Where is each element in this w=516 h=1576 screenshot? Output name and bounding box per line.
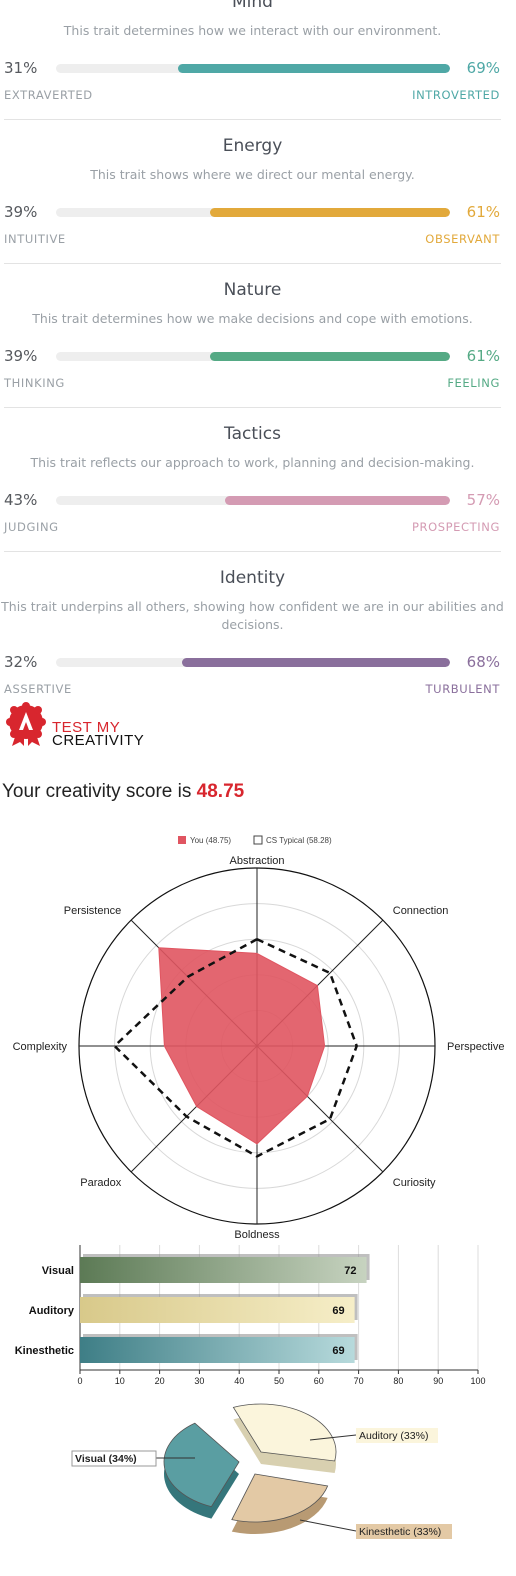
trait-progress-bar	[56, 208, 450, 217]
right-percentage: 61%	[466, 203, 500, 221]
right-trait-label: OBSERVANT	[425, 232, 500, 246]
right-percentage: 68%	[466, 653, 500, 671]
bar-tick-label: 20	[155, 1376, 165, 1386]
bar-category-label: Auditory	[29, 1305, 75, 1317]
left-percentage: 31%	[4, 59, 38, 77]
trait-title: Tactics	[224, 424, 281, 444]
radar-axis-label: Persistence	[64, 905, 121, 917]
bar-tick-label: 40	[234, 1376, 244, 1386]
bar-tick-label: 0	[77, 1376, 82, 1386]
right-percentage: 57%	[466, 491, 500, 509]
legend-swatch-typical	[253, 835, 263, 845]
bar-category-label: Kinesthetic	[15, 1345, 74, 1357]
logo-badge-icon	[6, 702, 46, 746]
trait-title: Nature	[223, 280, 282, 300]
left-trait-label: ASSERTIVE	[4, 682, 72, 696]
creativity-score-heading: Your creativity score is 48.75	[2, 781, 244, 803]
radar-axis-label: Abstraction	[229, 855, 284, 867]
bar-tick-label: 80	[393, 1376, 403, 1386]
right-trait-label: FEELING	[447, 376, 500, 390]
trait-description: This trait reflects our approach to work…	[30, 455, 475, 470]
trait-progress-bar	[56, 352, 450, 361]
bar-tick-label: 50	[274, 1376, 284, 1386]
trait-progress-fill	[225, 496, 450, 505]
bar-auditory	[80, 1297, 355, 1323]
trait-progress-bar	[56, 658, 450, 667]
bar-tick-label: 30	[194, 1376, 204, 1386]
score-prefix: Your creativity score is	[2, 781, 197, 802]
trait-progress-fill	[178, 64, 450, 73]
left-percentage: 39%	[4, 203, 38, 221]
section-divider	[4, 407, 501, 408]
bar-value-label: 69	[332, 1345, 344, 1357]
trait-description: This trait determines how we interact wi…	[63, 23, 442, 38]
trait-description: This trait shows where we direct our men…	[90, 167, 415, 182]
left-trait-label: EXTRAVERTED	[4, 88, 93, 102]
pie-leader-line	[299, 1519, 357, 1532]
section-divider	[4, 119, 501, 120]
right-trait-label: PROSPECTING	[411, 520, 500, 534]
learning-style-pie-chart: Visual (34%) Auditory (33%) Kinesthetic (3…	[71, 1403, 452, 1539]
legend-swatch-you	[178, 836, 186, 844]
trait-progress-fill	[209, 352, 450, 361]
bar-visual	[80, 1257, 367, 1283]
bar-tick-label: 70	[354, 1376, 364, 1386]
pie-label: Kinesthetic (33%)	[359, 1526, 441, 1538]
learning-style-bar-chart: 0 10 20 30 40 50 60 70 80 90 100 72 Visual 69 Auditory…	[15, 1245, 486, 1386]
trait-progress-bar	[56, 496, 450, 505]
left-percentage: 32%	[4, 653, 38, 671]
left-percentage: 43%	[4, 491, 38, 509]
trait-progress-bar	[56, 64, 450, 73]
radar-axis-label: Paradox	[80, 1177, 121, 1189]
right-percentage: 61%	[466, 347, 500, 365]
radar-legend: You (48.75) CS Typical (58.28)	[178, 835, 332, 845]
right-trait-label: INTROVERTED	[412, 88, 500, 102]
pie-slice-auditory	[232, 1403, 337, 1462]
bar-kinesthetic	[80, 1337, 355, 1363]
bar-tick-label: 10	[115, 1376, 125, 1386]
bar-tick-label: 60	[314, 1376, 324, 1386]
right-trait-label: TURBULENT	[425, 682, 500, 696]
trait-description: This trait underpins all others, showing…	[1, 599, 504, 632]
radar-axis-label: Complexity	[13, 1041, 68, 1053]
score-value: 48.75	[196, 781, 245, 802]
bar-value-label: 69	[332, 1305, 344, 1317]
trait-title: Energy	[222, 136, 283, 156]
logo-text-line2: CREATIVITY	[52, 732, 145, 749]
legend-label-typical: CS Typical (58.28)	[266, 836, 332, 845]
trait-title: Mind	[232, 0, 273, 12]
radar-axis-label: Connection	[393, 905, 449, 917]
pie-label: Auditory (33%)	[359, 1430, 428, 1442]
bar-value-label: 72	[344, 1265, 356, 1277]
legend-label-you: You (48.75)	[190, 836, 231, 845]
bar-tick-label: 100	[470, 1376, 485, 1386]
bar-tick-label: 90	[433, 1376, 443, 1386]
section-divider	[4, 551, 501, 552]
trait-description: This trait determines how we make decisi…	[32, 311, 473, 326]
left-percentage: 39%	[4, 347, 38, 365]
left-trait-label: JUDGING	[4, 520, 59, 534]
left-trait-label: INTUITIVE	[4, 232, 66, 246]
pie-label: Visual (34%)	[75, 1453, 137, 1465]
radar-axis-label: Curiosity	[393, 1177, 436, 1189]
trait-title: Identity	[219, 568, 286, 588]
left-trait-label: THINKING	[4, 376, 65, 390]
trait-progress-fill	[182, 658, 450, 667]
right-percentage: 69%	[466, 59, 500, 77]
creativity-radar-chart: You (48.75) CS Typical (58.28) Abstraction…	[13, 835, 504, 1241]
radar-axis-label: Perspective	[447, 1041, 504, 1053]
bar-category-label: Visual	[42, 1265, 74, 1277]
section-divider	[4, 263, 501, 264]
trait-progress-fill	[209, 208, 450, 217]
